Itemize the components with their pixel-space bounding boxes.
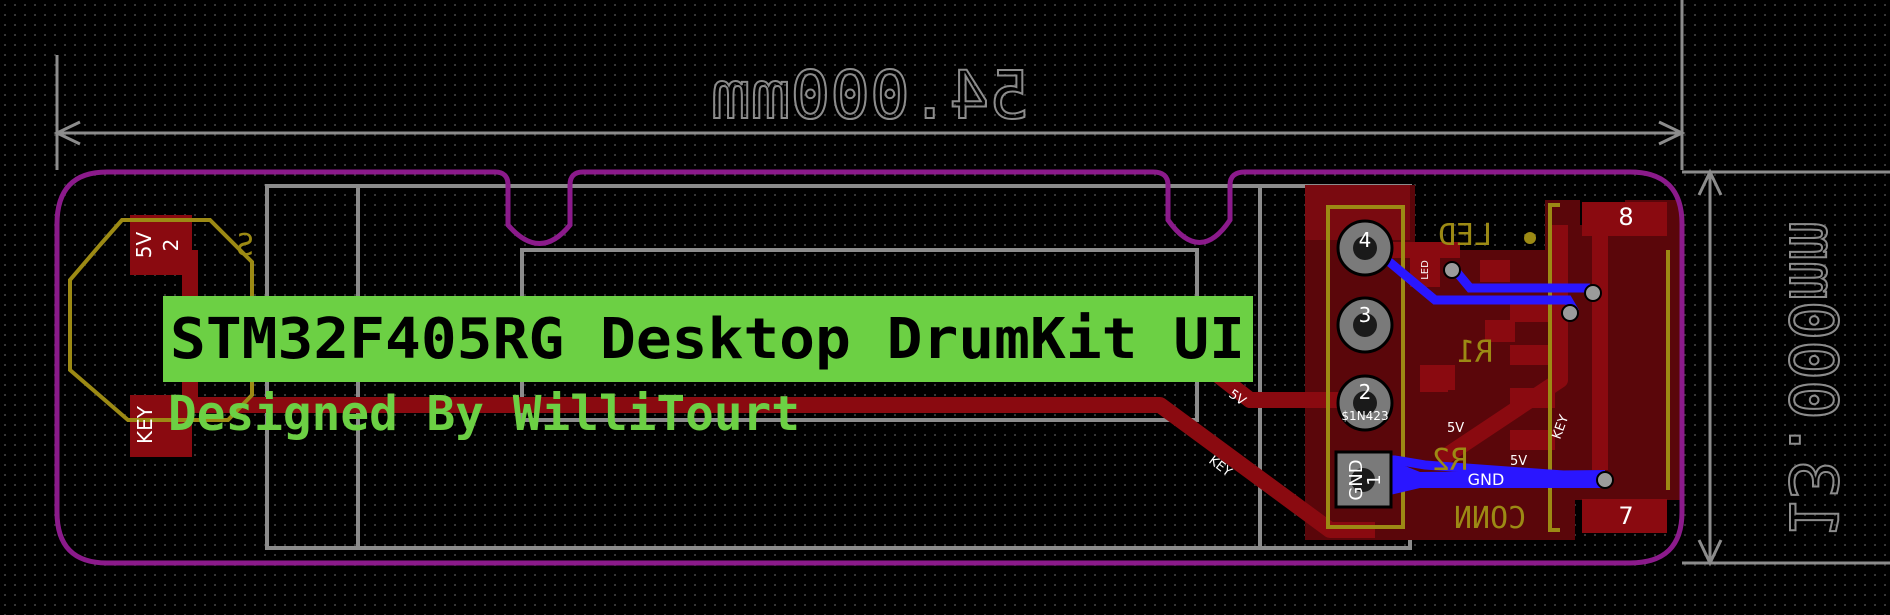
via	[1443, 261, 1461, 279]
switch-pad-bottom-label: KEY	[133, 405, 157, 444]
led-pad-label: LED	[1420, 260, 1431, 280]
via	[1584, 284, 1602, 302]
pin-2-netname: $1N423	[1341, 409, 1388, 423]
ref-led: LED	[1438, 218, 1492, 253]
pin1-marker	[1524, 232, 1536, 244]
net-5v-smd-label-2: 5V	[1510, 454, 1527, 469]
pad-7-number: 7	[1618, 502, 1633, 530]
pin-4-number: 4	[1359, 228, 1372, 252]
pin-2-number: 2	[1359, 380, 1372, 404]
gnd-net-label: GND	[1468, 470, 1505, 489]
via	[1596, 471, 1614, 489]
switch-pad-top-label: 5V	[132, 231, 156, 258]
switch-pad-top-number: 2	[159, 239, 183, 252]
ref-switch: S	[236, 228, 254, 263]
ref-r2: R2	[1432, 443, 1468, 478]
pad-8-number: 8	[1618, 203, 1633, 231]
dimension-height-label: 13.000mm	[1774, 221, 1851, 539]
net-5v-smd-label: 5V	[1447, 421, 1464, 436]
r2-pad[interactable]	[1420, 370, 1448, 392]
ref-r1: R1	[1457, 335, 1493, 370]
board-title: STM32F405RG Desktop DrumKit UI	[170, 307, 1245, 372]
pin-3-number: 3	[1359, 303, 1372, 327]
via	[1561, 304, 1579, 322]
pin-1-number: 1	[1364, 474, 1385, 485]
pcb-canvas[interactable]: 54.000mm 13.000mm 4 3 2 $1N423 GND 1 5V …	[0, 0, 1890, 615]
dimension-width-label: 54.000mm	[711, 57, 1029, 134]
pcb-drawing[interactable]: 54.000mm 13.000mm 4 3 2 $1N423 GND 1 5V …	[0, 0, 1890, 615]
ref-conn: CONN	[1454, 501, 1526, 536]
smd-pad	[1480, 260, 1510, 282]
board-subtitle: Designed By WilliTourt	[168, 386, 800, 442]
